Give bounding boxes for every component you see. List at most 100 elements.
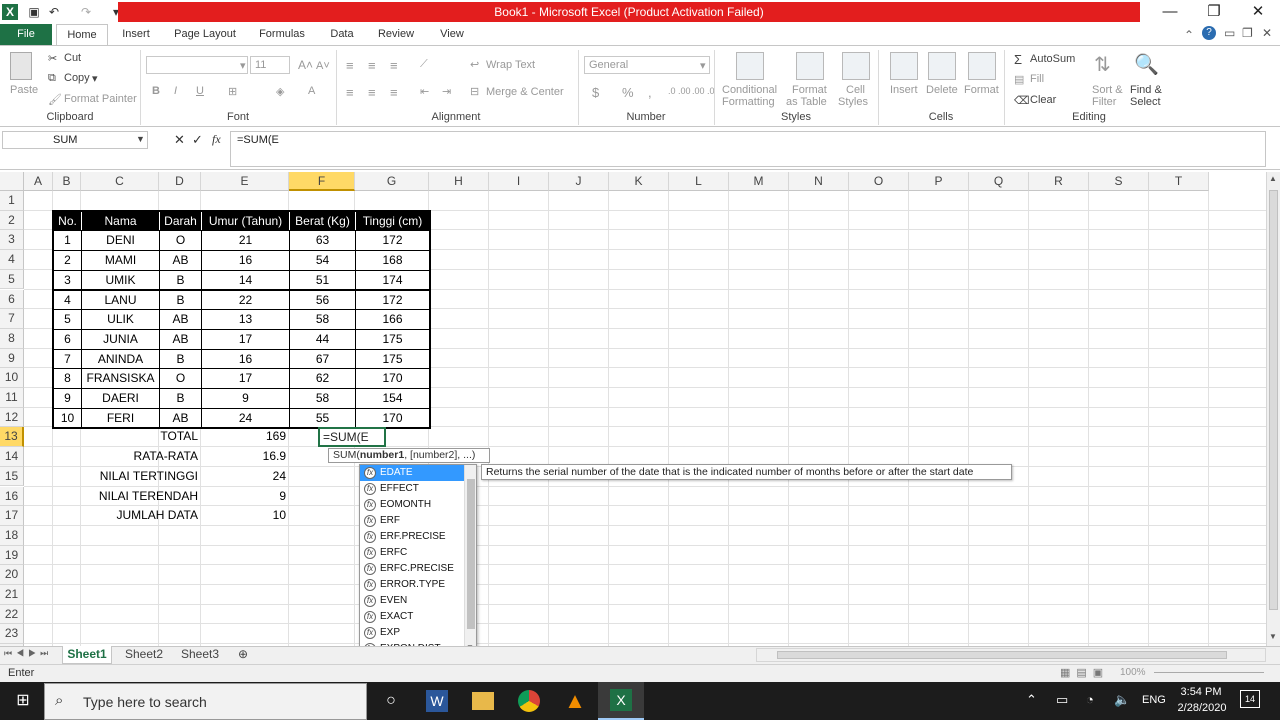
column-header-j[interactable]: J: [549, 172, 609, 191]
table-cell[interactable]: 10: [53, 407, 82, 429]
table-cell[interactable]: 44: [289, 328, 356, 350]
table-cell[interactable]: B: [159, 348, 202, 370]
table-cell[interactable]: AB: [159, 407, 202, 429]
table-cell[interactable]: 175: [355, 328, 430, 350]
row-header-16[interactable]: 16: [0, 486, 24, 507]
wb-restore-icon[interactable]: ❐: [1242, 26, 1253, 40]
number-format-select[interactable]: General: [584, 56, 710, 74]
table-cell[interactable]: 170: [355, 407, 430, 429]
merge-icon[interactable]: ⊟: [470, 85, 479, 98]
row-header-8[interactable]: 8: [0, 328, 24, 349]
find-select-icon[interactable]: 🔍: [1134, 52, 1159, 77]
shrink-font-icon[interactable]: A˅: [316, 60, 330, 72]
align-right-icon[interactable]: ≡: [390, 85, 398, 100]
enter-formula-button[interactable]: ✓: [192, 132, 203, 148]
clear-button[interactable]: Clear: [1030, 94, 1056, 106]
table-cell[interactable]: 166: [355, 309, 430, 330]
horizontal-scrollbar[interactable]: [756, 648, 1266, 662]
column-header-l[interactable]: L: [669, 172, 729, 191]
chrome-icon[interactable]: [518, 690, 540, 712]
column-header-p[interactable]: P: [909, 172, 969, 191]
sheet-tab-2[interactable]: Sheet2: [120, 646, 168, 664]
sheet-tab-1[interactable]: Sheet1: [62, 646, 112, 664]
row-header-19[interactable]: 19: [0, 545, 24, 566]
undo-icon[interactable]: ↶: [46, 4, 62, 20]
tab-review[interactable]: Review: [372, 24, 420, 45]
table-cell[interactable]: FERI: [81, 407, 160, 429]
table-cell[interactable]: B: [159, 388, 202, 409]
autosum-button[interactable]: AutoSum: [1030, 53, 1075, 65]
align-top-icon[interactable]: ≡: [346, 58, 354, 73]
table-cell[interactable]: ULIK: [81, 309, 160, 330]
format-painter-button[interactable]: Format Painter: [64, 93, 137, 105]
notification-icon[interactable]: 14: [1240, 690, 1260, 708]
table-cell[interactable]: 22: [201, 289, 290, 311]
save-icon[interactable]: ▣: [26, 4, 42, 20]
table-header-cell[interactable]: Berat (Kg): [289, 210, 356, 232]
table-cell[interactable]: MAMI: [81, 250, 160, 271]
column-header-i[interactable]: I: [489, 172, 549, 191]
table-cell[interactable]: 54: [289, 250, 356, 271]
row-header-3[interactable]: 3: [0, 230, 24, 251]
row-header-4[interactable]: 4: [0, 250, 24, 270]
clock-date[interactable]: 2/28/2020: [1172, 702, 1232, 714]
align-middle-icon[interactable]: ≡: [368, 58, 376, 73]
indent-increase-icon[interactable]: ⇥: [442, 85, 451, 98]
row-header-23[interactable]: 23: [0, 624, 24, 645]
wb-minimize-icon[interactable]: ▭: [1224, 26, 1235, 40]
table-cell[interactable]: 67: [289, 348, 356, 370]
font-size-select[interactable]: 11: [250, 56, 290, 74]
autocomplete-item[interactable]: fx EOMONTH: [360, 497, 464, 513]
table-cell[interactable]: AB: [159, 309, 202, 330]
wrap-text-button[interactable]: Wrap Text: [486, 59, 535, 71]
volume-icon[interactable]: 🔈: [1114, 692, 1130, 708]
column-header-k[interactable]: K: [609, 172, 669, 191]
restore-button[interactable]: ❐: [1192, 0, 1236, 24]
row-header-17[interactable]: 17: [0, 506, 24, 526]
help-icon[interactable]: ?: [1202, 26, 1216, 40]
table-cell[interactable]: 172: [355, 289, 430, 311]
column-header-b[interactable]: B: [53, 172, 81, 191]
table-cell[interactable]: ANINDA: [81, 348, 160, 370]
increase-decimal-button[interactable]: .0 .00: [668, 86, 691, 96]
autocomplete-item[interactable]: fx EFFECT: [360, 481, 464, 497]
column-header-c[interactable]: C: [81, 172, 159, 191]
decrease-decimal-button[interactable]: .00 .0: [692, 86, 715, 96]
table-cell[interactable]: FRANSISKA: [81, 368, 160, 389]
table-cell[interactable]: 62: [289, 368, 356, 389]
font-name-select[interactable]: [146, 56, 248, 74]
insert-cells-button[interactable]: Insert: [890, 84, 918, 96]
sort-filter-icon[interactable]: ⇅: [1094, 52, 1111, 77]
autocomplete-item[interactable]: fx ERFC.PRECISE: [360, 561, 464, 577]
summary-label[interactable]: RATA-RATA: [81, 447, 201, 467]
table-cell[interactable]: 16: [201, 250, 290, 271]
sort-filter-button[interactable]: Sort &: [1092, 84, 1123, 96]
delete-cells-icon[interactable]: [928, 52, 956, 80]
cell-styles-icon[interactable]: [842, 52, 870, 80]
table-cell[interactable]: 13: [201, 309, 290, 330]
table-cell[interactable]: AB: [159, 328, 202, 350]
row-header-22[interactable]: 22: [0, 604, 24, 625]
table-cell[interactable]: 168: [355, 250, 430, 271]
autocomplete-item[interactable]: fx ERFC: [360, 545, 464, 561]
table-cell[interactable]: 21: [201, 230, 290, 252]
row-header-5[interactable]: 5: [0, 269, 24, 290]
format-as-table-button[interactable]: Format: [792, 84, 827, 96]
table-cell[interactable]: 55: [289, 407, 356, 429]
copy-button[interactable]: Copy: [64, 72, 90, 84]
table-cell[interactable]: 9: [53, 388, 82, 409]
delete-cells-button[interactable]: Delete: [926, 84, 958, 96]
show-hidden-icons[interactable]: ⌃: [1026, 692, 1037, 708]
column-header-r[interactable]: R: [1029, 172, 1089, 191]
tab-home[interactable]: Home: [56, 24, 108, 46]
table-cell[interactable]: LANU: [81, 289, 160, 311]
autocomplete-scrollbar[interactable]: ▼: [464, 465, 476, 656]
column-header-d[interactable]: D: [159, 172, 201, 191]
comma-button[interactable]: ,: [648, 85, 652, 100]
table-cell[interactable]: UMIK: [81, 269, 160, 291]
wb-close-icon[interactable]: ✕: [1262, 26, 1272, 40]
column-header-t[interactable]: T: [1149, 172, 1209, 191]
active-cell-editor[interactable]: =SUM(E: [318, 427, 386, 447]
horizontal-scroll-thumb[interactable]: [777, 651, 1227, 659]
scroll-down-icon[interactable]: ▼: [1269, 632, 1277, 641]
